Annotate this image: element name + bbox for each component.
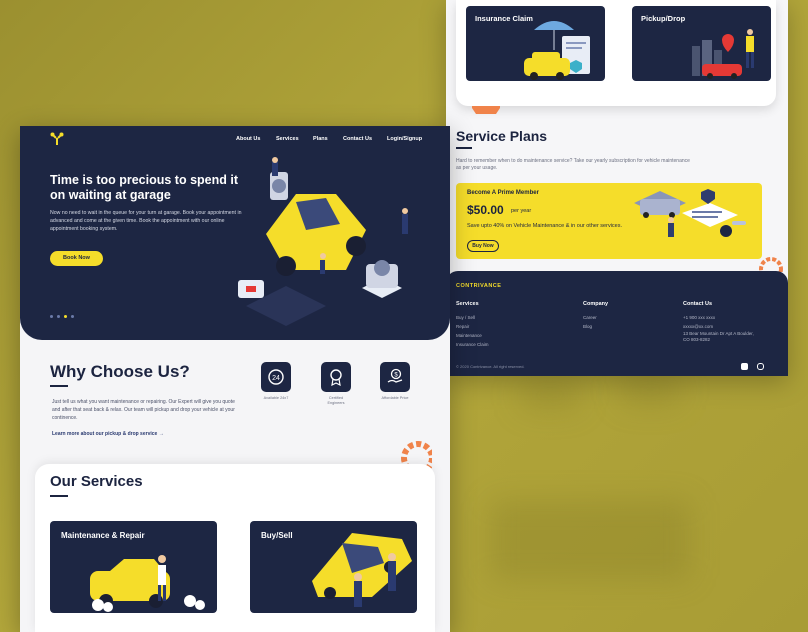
left-page-preview: About Us Services Plans Contact Us Login…	[20, 126, 450, 632]
subscription-illustration-icon	[634, 189, 746, 237]
prime-heading: Become A Prime Member	[467, 190, 539, 196]
copyright-text: © 2020 Contrivance. All right reserved.	[456, 364, 525, 369]
svg-text:24: 24	[272, 375, 280, 382]
pickup-drop-link[interactable]: Learn more about our pickup & drop servi…	[52, 431, 164, 437]
blur-shape	[620, 375, 680, 405]
feature-label: Affordable Price	[381, 396, 409, 400]
badge-icon	[321, 362, 351, 392]
carousel-dot[interactable]	[50, 315, 53, 318]
24-hour-icon: 24	[261, 362, 291, 392]
carousel-dot-active[interactable]	[64, 315, 67, 318]
garage-illustration-icon	[238, 157, 408, 326]
nav-plans[interactable]: Plans	[313, 136, 328, 142]
why-title: Why Choose Us?	[50, 362, 190, 381]
title-underline	[456, 147, 472, 149]
hero-description: Now no need to wait in the queue for you…	[50, 210, 242, 232]
footer-logo[interactable]: CONTRIVANCE	[456, 283, 501, 289]
footer-address: CO 803-8282	[683, 337, 711, 342]
services-top-card: Insurance Claim Pickup/Drop	[456, 0, 776, 106]
blur-shape	[520, 380, 580, 410]
buy-sell-card[interactable]: Buy/Sell	[250, 521, 417, 613]
footer-contact-column: Contact Us +1 900 xxx xxxx xxxxx@xx.com …	[683, 301, 754, 343]
pickup-drop-card[interactable]: Pickup/Drop	[632, 6, 771, 81]
footer-heading: Services	[456, 301, 479, 307]
prime-member-card: Become A Prime Member $50.00 per year Sa…	[456, 183, 762, 259]
footer-link[interactable]: Repair	[456, 322, 489, 331]
footer-link[interactable]: Career	[583, 313, 608, 322]
title-underline	[50, 495, 68, 497]
carousel-dot[interactable]	[71, 315, 74, 318]
carousel-dots[interactable]	[50, 315, 74, 318]
wrench-logo-icon[interactable]	[50, 132, 64, 146]
nav-services[interactable]: Services	[276, 136, 299, 142]
footer-link[interactable]: Insurance Claim	[456, 340, 489, 349]
why-text: Just tell us what you want maintenance o…	[52, 399, 235, 421]
service-plans-description: Hard to remember when to do maintenance …	[456, 158, 690, 171]
footer-phone[interactable]: +1 900 xxx xxxx	[683, 313, 754, 322]
hero-section: About Us Services Plans Contact Us Login…	[20, 126, 450, 340]
feature-certified: Certified Engineers	[320, 362, 352, 406]
book-now-button[interactable]: Book Now	[50, 251, 103, 266]
hero-title: Time is too precious to spend it on wait…	[50, 173, 238, 202]
insurance-illustration-icon	[524, 21, 590, 80]
gear-decor-icon	[472, 106, 500, 114]
money-hand-icon: $	[380, 362, 410, 392]
site-footer: CONTRIVANCE Services Buy / Sell Repair M…	[446, 271, 788, 376]
our-services-section: Our Services Maintenance & Repair Buy/Se…	[35, 464, 435, 632]
nav-about[interactable]: About Us	[236, 136, 260, 142]
insurance-claim-card[interactable]: Insurance Claim	[466, 6, 605, 81]
services-title: Our Services	[50, 473, 143, 490]
feature-affordable: $ Affordable Price	[379, 362, 411, 401]
footer-heading: Contact Us	[683, 301, 713, 307]
footer-link[interactable]: Blog	[583, 322, 608, 331]
footer-link[interactable]: Buy / Sell	[456, 313, 489, 322]
blur-shape	[490, 500, 690, 580]
title-underline	[50, 385, 68, 387]
maintenance-repair-card[interactable]: Maintenance & Repair	[50, 521, 217, 613]
footer-services-column: Services Buy / Sell Repair Maintenance I…	[456, 301, 489, 349]
nav-login[interactable]: Login/Signup	[387, 136, 422, 142]
buy-now-button[interactable]: Buy Now	[467, 240, 499, 252]
car-wash-illustration-icon	[90, 555, 205, 612]
service-plans-title: Service Plans	[456, 128, 548, 144]
feature-available: 24 Available 24x7	[260, 362, 292, 401]
facebook-icon[interactable]	[741, 363, 748, 370]
pickup-illustration-icon	[692, 29, 754, 79]
footer-link[interactable]: Maintenance	[456, 331, 489, 340]
footer-email[interactable]: xxxxx@xx.com	[683, 322, 754, 331]
feature-label: Available 24x7	[263, 396, 289, 400]
footer-company-column: Company Career Blog	[583, 301, 608, 331]
feature-label: Certified Engineers	[327, 396, 345, 405]
gear-decor-icon	[759, 257, 783, 272]
nav-contact[interactable]: Contact Us	[343, 136, 372, 142]
prime-price: $50.00	[467, 203, 504, 217]
footer-heading: Company	[583, 301, 609, 307]
prime-savings: Save upto 40% on Vehicle Maintenance & i…	[467, 223, 623, 229]
instagram-icon[interactable]	[757, 363, 764, 370]
car-sale-illustration-icon	[312, 533, 412, 607]
carousel-dot[interactable]	[57, 315, 60, 318]
prime-period: per year	[511, 208, 532, 214]
